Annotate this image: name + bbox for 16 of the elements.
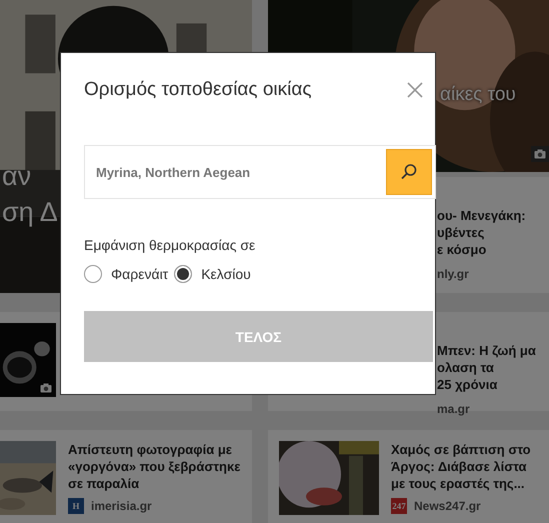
headline-text: ολαση τα <box>437 359 495 376</box>
source-logo: H <box>68 498 84 514</box>
headline-text: Μπεν: Η ζωή μα <box>437 342 536 359</box>
source-logo: 247 <box>391 498 407 514</box>
source-name: nly.gr <box>437 267 470 281</box>
source-name: ma.gr <box>437 402 471 416</box>
headline-text: 25 χρόνια <box>437 376 498 393</box>
headline-text: αν <box>1 160 32 192</box>
source-name: imerisia.gr <box>91 499 152 513</box>
headline-text: υβέντες <box>437 224 486 241</box>
headline-text: ε κόσμο <box>437 241 488 258</box>
headline-text: ση Δ <box>1 196 58 228</box>
units-label: Εμφάνιση θερμοκρασίας σε <box>84 237 256 253</box>
source-name: News247.gr <box>414 499 481 513</box>
headline-text: ου- Μενεγάκη: <box>437 207 526 224</box>
dialog-title: Ορισμός τοποθεσίας οικίας <box>84 79 312 101</box>
